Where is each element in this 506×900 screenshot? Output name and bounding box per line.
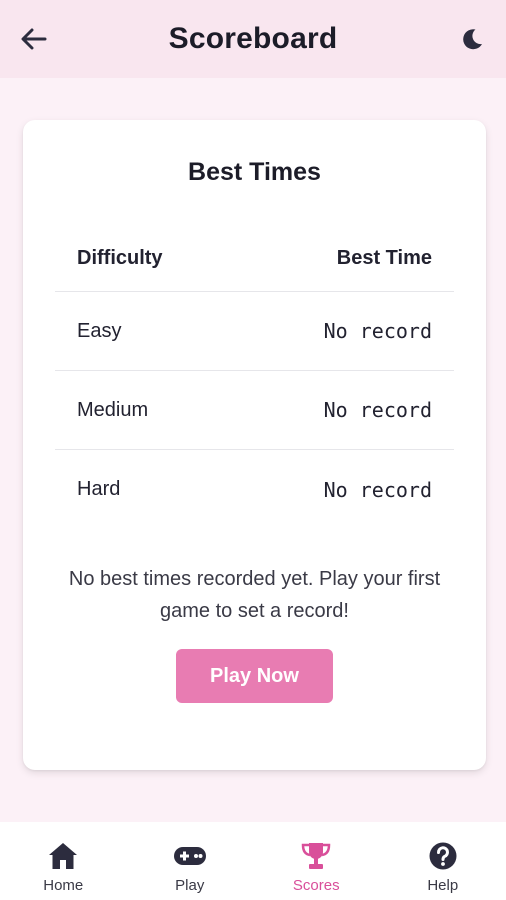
nav-label: Home: [43, 877, 84, 894]
difficulty-cell: Easy: [77, 319, 122, 342]
play-now-button[interactable]: Play Now: [176, 649, 333, 703]
table-row: Hard No record: [55, 450, 454, 529]
page-title: Scoreboard: [168, 22, 338, 55]
back-button[interactable]: [16, 22, 52, 56]
gamepad-icon: [173, 840, 207, 872]
question-circle-icon: [426, 840, 460, 872]
trophy-icon: [299, 840, 333, 872]
table-row: Medium No record: [55, 371, 454, 450]
bottom-navigation: Home Play Scores Help: [0, 822, 506, 900]
best-time-cell: No record: [323, 319, 432, 343]
best-times-table: Difficulty Best Time Easy No record Medi…: [55, 226, 454, 529]
best-time-cell: No record: [323, 477, 432, 502]
nav-label: Play: [175, 877, 205, 894]
column-header-difficulty: Difficulty: [77, 247, 163, 269]
app: Scoreboard Best Times Difficulty Best Ti…: [0, 0, 506, 900]
theme-toggle-button[interactable]: [454, 22, 490, 56]
best-time-cell: No record: [323, 398, 432, 422]
difficulty-cell: Hard: [77, 478, 121, 500]
table-row: Easy No record: [55, 292, 454, 371]
app-header: Scoreboard: [0, 0, 506, 78]
nav-item-help[interactable]: Help: [380, 822, 506, 900]
table-header-row: Difficulty Best Time: [55, 226, 454, 292]
difficulty-cell: Medium: [77, 398, 149, 421]
nav-label: Help: [427, 877, 459, 894]
column-header-best-time: Best Time: [336, 247, 432, 269]
arrow-left-icon: [21, 28, 47, 50]
nav-item-scores[interactable]: Scores: [253, 822, 380, 900]
nav-label: Scores: [292, 877, 340, 894]
card-title: Best Times: [188, 158, 321, 186]
nav-item-play[interactable]: Play: [127, 822, 254, 900]
best-times-card: Best Times Difficulty Best Time Easy No …: [23, 120, 486, 770]
nav-item-home[interactable]: Home: [0, 822, 127, 900]
home-icon: [46, 840, 80, 872]
moon-icon: [463, 29, 482, 50]
empty-state-message: No best times recorded yet. Play your fi…: [68, 568, 441, 622]
